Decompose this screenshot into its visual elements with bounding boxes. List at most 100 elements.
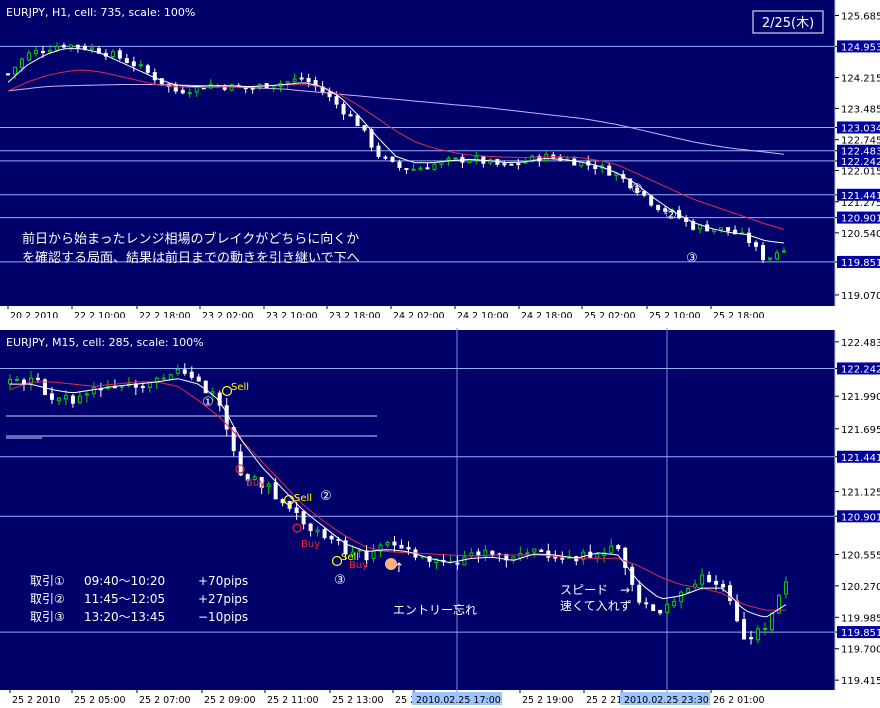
- candle-body-52: [362, 125, 367, 131]
- candle-body-1: [6, 73, 10, 76]
- candle-body-28: [196, 376, 201, 382]
- candle-body-106: [742, 619, 747, 640]
- candle-body-96: [672, 600, 677, 607]
- candle-body-72: [502, 163, 507, 166]
- x-tick-label-12: 26 2 01:00: [713, 695, 765, 706]
- m15-chart-background: [0, 330, 835, 690]
- candle-body-85: [595, 553, 600, 559]
- candle-body-47: [329, 535, 334, 540]
- m15-chart-header: EURJPY, M15, cell: 285, scale: 100%: [6, 336, 204, 349]
- h1-marker-2: ②: [665, 208, 677, 223]
- x-tick-label-4: 23 2 02:00: [202, 311, 254, 318]
- y-tick-label-2: 122.242: [841, 364, 880, 375]
- candle-body-52: [364, 550, 369, 561]
- candle-body-104: [726, 227, 731, 232]
- candle-body-53: [371, 550, 376, 559]
- buy-signal-2: Buy: [301, 539, 320, 550]
- candle-body-101: [707, 575, 712, 583]
- candle-body-49: [341, 103, 346, 115]
- candle-body-67: [469, 552, 474, 557]
- candle-body-75: [525, 552, 530, 555]
- candle-body-109: [761, 245, 766, 261]
- candle-body-23: [161, 377, 166, 380]
- x-tick-label-1: 25 2 2010: [12, 695, 60, 706]
- speed-note-line1: スピード →: [560, 583, 630, 597]
- sell-signal-2: Sell: [294, 493, 312, 504]
- candle-body-65: [453, 157, 458, 160]
- trade-3-time: 13:20～13:45: [84, 610, 165, 624]
- candle-body-34: [238, 451, 243, 476]
- candle-body-95: [665, 603, 670, 613]
- candle-body-1: [8, 378, 12, 385]
- y-tick-label-9: 122.015: [841, 167, 880, 178]
- candle-body-3: [21, 379, 26, 384]
- y-tick-label-13: 119.415: [841, 676, 880, 687]
- candle-body-51: [355, 115, 360, 127]
- buy-signal-1: Buy: [246, 478, 265, 489]
- x-tick-label-5: 25 2 11:00: [267, 695, 319, 706]
- candle-body-17: [119, 385, 124, 388]
- candle-body-11: [75, 44, 80, 48]
- candle-body-76: [532, 548, 537, 553]
- candle-body-42: [294, 507, 299, 514]
- entry-missed-note: エントリー忘れ: [393, 602, 477, 617]
- y-tick-label-8: 120.555: [841, 550, 880, 561]
- candle-body-21: [145, 65, 150, 73]
- candle-body-61: [425, 167, 430, 170]
- candle-body-9: [63, 394, 68, 400]
- candle-body-26: [182, 369, 187, 374]
- candle-body-5: [35, 377, 40, 380]
- candle-body-20: [140, 385, 145, 388]
- buy-signal-3: Buy: [349, 560, 368, 571]
- x-tick-label-12: 25 2 18:00: [713, 311, 765, 318]
- speed-note-line2: 速くて入れず: [560, 599, 632, 613]
- trade-2-result: +27pips: [198, 592, 248, 606]
- y-tick-label-10: 119.985: [841, 613, 880, 624]
- y-tick-label-4: 121.695: [841, 425, 880, 436]
- candle-body-27: [187, 92, 192, 95]
- candle-body-59: [411, 168, 416, 171]
- trade-3-result: −10pips: [198, 610, 248, 624]
- candle-body-108: [754, 242, 759, 247]
- candle-body-108: [756, 628, 761, 641]
- h1-annotation-line2: を確認する局面、結果は前日までの動きを引き継いで下へ: [22, 250, 360, 266]
- candle-body-18: [124, 58, 129, 64]
- candle-body-43: [301, 511, 306, 525]
- candle-body-62: [432, 163, 437, 170]
- entry-arrow: ↑: [394, 561, 405, 576]
- candle-body-93: [649, 195, 654, 206]
- candle-body-94: [656, 204, 661, 210]
- candle-body-27: [189, 371, 194, 378]
- x-tick-label-8: 24 2 10:00: [457, 311, 509, 318]
- candle-body-56: [390, 156, 395, 163]
- candle-body-88: [616, 545, 621, 550]
- candle-body-98: [686, 588, 691, 593]
- candle-body-17: [117, 50, 122, 59]
- candle-body-48: [334, 96, 339, 105]
- candle-body-77: [539, 549, 544, 553]
- y-tick-label-5: 123.034: [841, 123, 880, 134]
- x-tick-label-5: 23 2 10:00: [266, 311, 318, 318]
- candle-body-102: [714, 580, 719, 585]
- candle-body-65: [455, 562, 460, 565]
- y-tick-label-1: 122.483: [841, 338, 880, 349]
- x-tick-label-2: 25 2 05:00: [74, 695, 126, 706]
- candle-body-93: [651, 604, 656, 612]
- chart-window: EURJPY, H1, cell: 735, scale: 100% 2/25(…: [0, 0, 880, 708]
- candle-body-20: [138, 64, 143, 67]
- candle-body-88: [614, 173, 619, 176]
- candle-body-44: [306, 78, 311, 83]
- y-tick-label-11: 121.275: [841, 198, 880, 209]
- candle-body-39: [273, 482, 278, 500]
- m15-marker-3: ③: [334, 573, 346, 588]
- trade-1-time: 09:40～10:20: [84, 574, 165, 588]
- y-tick-label-12: 120.901: [841, 214, 880, 225]
- y-tick-label-9: 120.270: [841, 582, 880, 593]
- candle-body-97: [679, 591, 684, 603]
- candle-body-64: [446, 157, 451, 161]
- candle-body-11: [77, 395, 82, 404]
- candle-body-90: [630, 566, 635, 585]
- trade-1-label: 取引①: [30, 574, 65, 588]
- candle-body-39: [271, 85, 276, 89]
- x-tick-label-3: 25 2 07:00: [139, 695, 191, 706]
